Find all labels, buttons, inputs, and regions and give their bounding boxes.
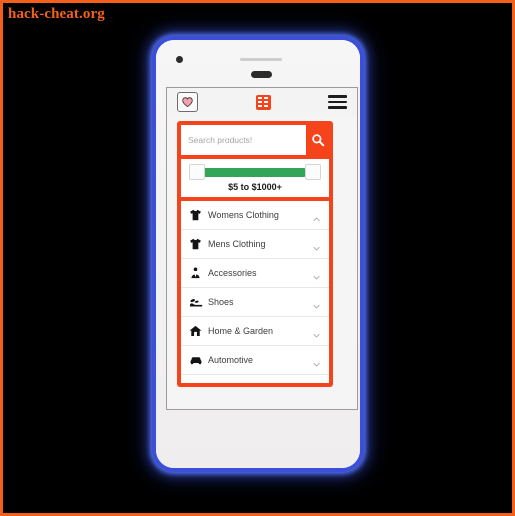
category-item-womens-clothing[interactable]: Womens Clothing [181,201,329,230]
home-icon [188,325,203,337]
slider-fill [203,167,305,177]
chevron-down-icon [312,356,321,366]
category-item-home-garden[interactable]: Home & Garden [181,317,329,346]
hamburger-bar [328,106,347,109]
search-button[interactable] [306,125,329,155]
tie-icon [188,267,203,279]
category-item-shoes[interactable]: Shoes [181,288,329,317]
chevron-down-icon [312,269,321,279]
category-label: Shoes [208,297,234,307]
slider-handle-max[interactable] [305,164,321,180]
hamburger-menu-button[interactable] [328,95,347,109]
category-label: Home & Garden [208,326,274,336]
category-list-tail [181,375,329,383]
tshirt-icon [188,209,203,221]
filter-panel: $5 to $1000+ Womens Clothing [177,121,333,387]
shoe-icon [188,296,203,308]
search-icon [311,134,324,147]
grid-dot [263,97,268,100]
slider-handle-min[interactable] [189,164,205,180]
earpiece-speaker-icon [251,71,272,78]
car-icon [188,354,203,366]
heart-icon [182,97,193,107]
category-item-automotive[interactable]: Automotive [181,346,329,375]
grid-dot [263,100,268,104]
apps-grid-button[interactable] [255,94,271,110]
category-list: Womens Clothing Mens Clothing Accessorie… [181,201,329,383]
price-filter: $5 to $1000+ [181,159,329,197]
search-row [181,125,329,155]
grid-dot [258,100,263,104]
phone-device-mockup: $5 to $1000+ Womens Clothing [152,36,364,472]
hamburger-bar [328,100,347,104]
camera-dot-icon [176,56,183,63]
price-range-slider[interactable] [187,164,323,180]
favorites-button[interactable] [177,92,198,112]
category-label: Mens Clothing [208,239,266,249]
chevron-up-icon [312,211,321,221]
site-watermark: hack-cheat.org [8,6,105,22]
price-range-label: $5 to $1000+ [228,182,282,192]
grid-dot [263,104,268,107]
category-label: Womens Clothing [208,210,279,220]
search-input[interactable] [181,125,306,155]
chevron-down-icon [312,240,321,250]
chevron-down-icon [312,327,321,337]
speaker-grille-icon [240,58,282,61]
grid-dot [258,97,263,100]
phone-body: $5 to $1000+ Womens Clothing [156,40,360,468]
app-viewport: $5 to $1000+ Womens Clothing [166,87,358,410]
chevron-down-icon [312,298,321,308]
app-topbar [167,88,357,116]
hamburger-bar [328,95,347,98]
category-label: Accessories [208,268,257,278]
grid-dot [258,104,263,107]
category-item-accessories[interactable]: Accessories [181,259,329,288]
tshirt-icon [188,238,203,250]
category-label: Automotive [208,355,254,365]
category-item-mens-clothing[interactable]: Mens Clothing [181,230,329,259]
